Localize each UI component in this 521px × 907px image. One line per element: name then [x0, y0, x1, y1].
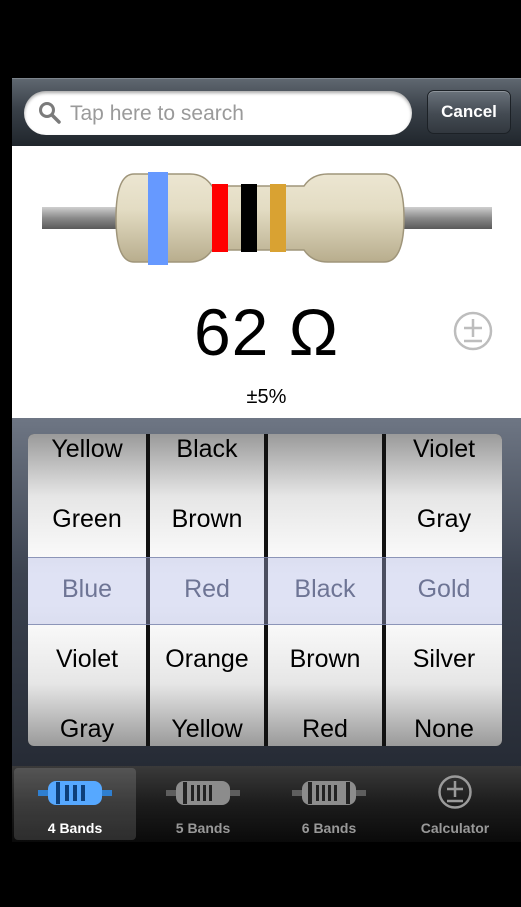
picker-wheel-band-2[interactable]: Black Brown Red Orange Yellow: [150, 434, 264, 746]
resistor-6-band-icon: [268, 778, 390, 813]
picker-option[interactable]: Violet: [386, 434, 502, 484]
picker-option[interactable]: Green: [28, 484, 146, 554]
search-icon: [38, 101, 62, 130]
plus-minus-icon: [394, 775, 516, 815]
cancel-button[interactable]: Cancel: [427, 90, 511, 134]
picker-wheel-band-1[interactable]: Yellow Green Blue Violet Gray: [28, 434, 146, 746]
tab-4-bands[interactable]: 4 Bands: [14, 768, 136, 840]
picker-wheel-band-4[interactable]: Violet Gray Gold Silver None: [386, 434, 502, 746]
resistor-band-2: [212, 184, 228, 252]
resistor-4-band-icon: [14, 778, 136, 813]
picker-option[interactable]: Violet: [28, 624, 146, 694]
picker-option[interactable]: Yellow: [150, 694, 264, 746]
tab-calculator[interactable]: Calculator: [394, 768, 516, 840]
resistor-band-4: [270, 184, 286, 252]
tab-5-bands[interactable]: 5 Bands: [142, 768, 264, 840]
picker-option-selected[interactable]: Red: [150, 554, 264, 624]
picker-option[interactable]: Red: [268, 694, 382, 746]
picker-option[interactable]: Silver: [386, 624, 502, 694]
resistor-band-1: [148, 172, 168, 265]
tab-label: 4 Bands: [47, 820, 103, 836]
picker-option[interactable]: Brown: [150, 484, 264, 554]
plus-minus-icon[interactable]: [452, 310, 494, 357]
tolerance-value: ±5%: [246, 386, 287, 408]
picker-option[interactable]: [268, 484, 382, 554]
picker-option-selected[interactable]: Black: [268, 554, 382, 624]
resistance-value: 62 Ω: [193, 295, 340, 369]
picker-wheel-band-3[interactable]: Black Brown Red: [268, 434, 382, 746]
picker-option[interactable]: Brown: [268, 624, 382, 694]
tab-6-bands[interactable]: 6 Bands: [268, 768, 390, 840]
picker-option[interactable]: Gray: [28, 694, 146, 746]
picker-option[interactable]: Yellow: [28, 434, 146, 484]
search-input[interactable]: [68, 97, 402, 131]
picker-option[interactable]: [268, 434, 382, 484]
picker-option[interactable]: Orange: [150, 624, 264, 694]
picker-option[interactable]: None: [386, 694, 502, 746]
resistor-display: 62 Ω ±5%: [12, 146, 521, 418]
search-bar: Cancel: [12, 78, 521, 146]
band-color-picker: Yellow Green Blue Violet Gray Black Brow…: [12, 418, 521, 766]
resistor-5-band-icon: [142, 778, 264, 813]
tab-bar: 4 Bands 5 Bands 6 Bands Calculator: [12, 766, 521, 842]
picker-option[interactable]: Black: [150, 434, 264, 484]
search-field[interactable]: [24, 91, 412, 135]
tab-label: Calculator: [420, 820, 490, 836]
tab-label: 5 Bands: [175, 820, 231, 836]
resistor-illustration: [42, 172, 492, 265]
picker-wheels: Yellow Green Blue Violet Gray Black Brow…: [28, 434, 502, 746]
picker-option-selected[interactable]: Blue: [28, 554, 146, 624]
picker-option[interactable]: Gray: [386, 484, 502, 554]
resistor-band-3: [241, 184, 257, 252]
picker-option-selected[interactable]: Gold: [386, 554, 502, 624]
tab-label: 6 Bands: [301, 820, 357, 836]
